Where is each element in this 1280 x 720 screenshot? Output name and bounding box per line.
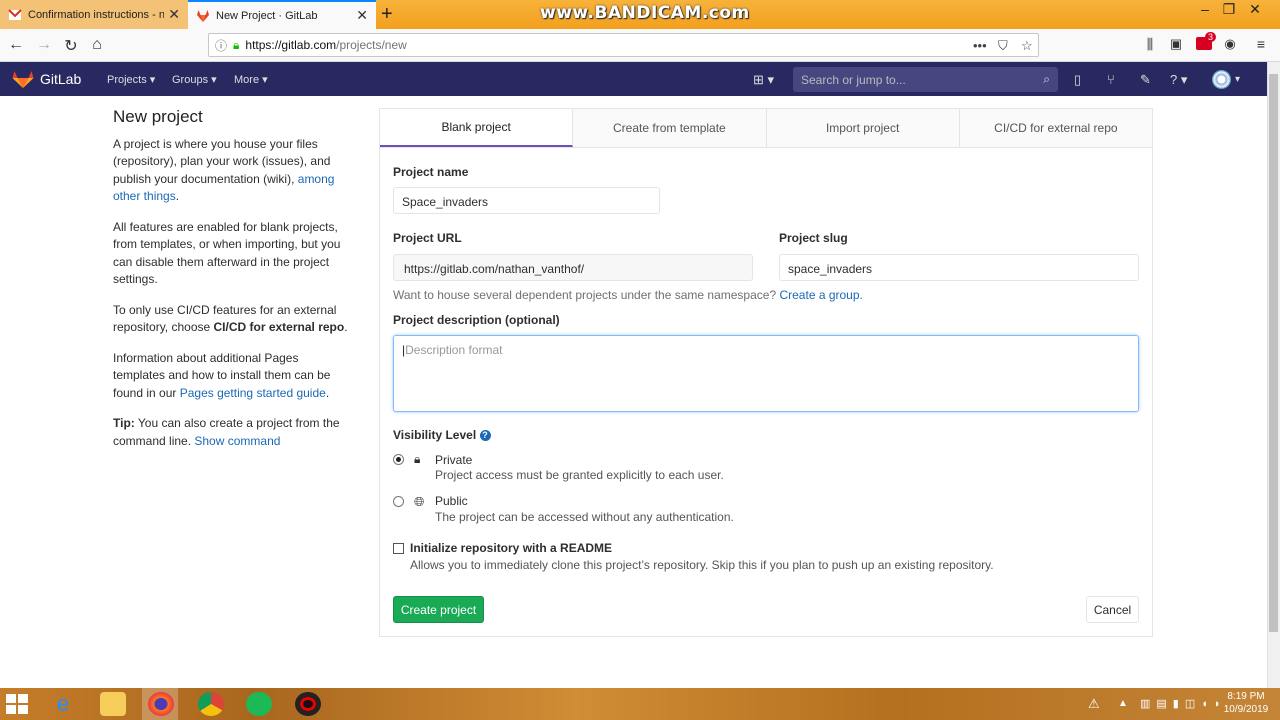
- gitlab-brand[interactable]: GitLab: [40, 71, 81, 87]
- todos-icon[interactable]: ▯: [1074, 72, 1081, 88]
- readme-checkbox[interactable]: [393, 543, 404, 554]
- clock-date: 10/9/2019: [1223, 704, 1269, 715]
- project-type-tabs: Blank project Create from template Impor…: [379, 108, 1153, 148]
- create-project-button[interactable]: Create project: [393, 596, 484, 623]
- maximize-icon[interactable]: ❐: [1216, 0, 1242, 18]
- pages-guide-link[interactable]: Pages getting started guide: [180, 386, 326, 400]
- windows-start-icon[interactable]: [6, 694, 28, 714]
- browser-tab-title: Confirmation instructions - nat: [28, 8, 165, 21]
- tab-import-project[interactable]: Import project: [767, 109, 960, 147]
- project-slug-input[interactable]: space_invaders: [779, 254, 1139, 281]
- library-icon[interactable]: ⫼: [1140, 36, 1160, 53]
- sidebar-tip: Tip: You can also create a project from …: [113, 416, 340, 448]
- extension-badge: 3: [1205, 32, 1217, 42]
- tray-icons[interactable]: ▥▤▮◫◖◗: [1140, 697, 1227, 710]
- new-tab-icon[interactable]: +: [381, 3, 393, 26]
- close-tab-icon[interactable]: ✕: [168, 6, 180, 23]
- private-label: Private: [435, 453, 473, 467]
- public-label: Public: [435, 494, 468, 508]
- lock-icon: 🔒︎: [414, 452, 421, 466]
- help-icon[interactable]: ? ▾: [1170, 72, 1187, 88]
- page-actions-icon[interactable]: •••: [973, 38, 987, 53]
- firefox-icon[interactable]: [148, 692, 174, 716]
- minimize-icon[interactable]: –: [1192, 0, 1218, 18]
- readme-help: Allows you to immediately clone this pro…: [410, 558, 994, 572]
- url-host: https://gitlab.com: [245, 38, 337, 52]
- search-placeholder: Search or jump to...: [801, 73, 906, 87]
- nav-more[interactable]: More ▾: [234, 73, 268, 86]
- search-icon: ⌕: [1043, 72, 1050, 86]
- scrollbar-thumb[interactable]: [1269, 74, 1278, 632]
- taskbar-clock[interactable]: 8:19 PM 10/9/2019: [1218, 690, 1274, 716]
- readme-label[interactable]: Initialize repository with a README: [410, 541, 612, 555]
- show-command-link[interactable]: Show command: [194, 434, 280, 448]
- avatar[interactable]: [1212, 70, 1231, 89]
- globe-icon: 🌐︎: [414, 494, 425, 509]
- internet-explorer-icon[interactable]: e: [50, 692, 76, 716]
- project-url-select[interactable]: https://gitlab.com/nathan_vanthof/: [393, 254, 753, 281]
- reload-icon[interactable]: ↻: [61, 36, 81, 56]
- gitlab-icon: [197, 9, 209, 22]
- project-url-label: Project URL: [393, 231, 462, 245]
- close-tab-icon[interactable]: ✕: [356, 7, 368, 24]
- gmail-icon: [8, 8, 22, 20]
- recording-watermark: www.BANDICAM.com: [540, 3, 750, 23]
- browser-tab-gitlab[interactable]: New Project · GitLab ✕: [188, 0, 376, 29]
- chrome-icon[interactable]: [198, 692, 224, 716]
- bandicam-icon[interactable]: [295, 692, 321, 716]
- clock-time: 8:19 PM: [1227, 691, 1265, 702]
- file-explorer-icon[interactable]: [100, 692, 126, 716]
- nav-projects[interactable]: Projects ▾: [107, 73, 155, 86]
- back-icon[interactable]: ←: [6, 36, 26, 54]
- url-path: /projects/new: [336, 38, 407, 52]
- description-label: Project description (optional): [393, 313, 560, 327]
- question-icon[interactable]: ?: [479, 430, 491, 442]
- tray-alert-icon[interactable]: ⚠: [1088, 696, 1100, 712]
- private-help: Project access must be granted explicitl…: [435, 468, 724, 482]
- sidebar-paragraph: To only use CI/CD features for an extern…: [113, 302, 348, 335]
- tray-expand-icon[interactable]: ▲: [1118, 698, 1128, 709]
- page-title: New project: [113, 107, 203, 126]
- visibility-label: Visibility Level ?: [393, 428, 491, 442]
- info-icon[interactable]: ⓘ: [215, 37, 227, 54]
- gitlab-logo-icon[interactable]: [12, 70, 34, 88]
- plus-square-icon[interactable]: ⊞ ▾: [753, 72, 774, 88]
- sidebar-paragraph: A project is where you house your files …: [113, 136, 335, 204]
- project-name-label: Project name: [393, 165, 469, 179]
- description-textarea[interactable]: |Description format: [393, 335, 1139, 412]
- window-close-icon[interactable]: ✕: [1242, 0, 1268, 18]
- sidebar-paragraph: Information about additional Pages templ…: [113, 350, 331, 400]
- menu-icon[interactable]: ≡: [1251, 36, 1271, 52]
- cancel-button[interactable]: Cancel: [1086, 596, 1139, 623]
- sidebar-info: New project A project is where you house…: [113, 108, 353, 463]
- browser-tab-gmail[interactable]: Confirmation instructions - nat ✕: [0, 0, 188, 29]
- account-icon[interactable]: ◉: [1220, 36, 1240, 52]
- browser-tab-title: New Project · GitLab: [216, 9, 318, 22]
- tab-create-from-template[interactable]: Create from template: [573, 109, 767, 147]
- address-bar[interactable]: ⓘ 🔒︎ https://gitlab.com/projects/new •••…: [208, 33, 1039, 57]
- description-placeholder: Description format: [405, 343, 503, 357]
- sidebar-toggle-icon[interactable]: ▣: [1166, 36, 1186, 52]
- public-help: The project can be accessed without any …: [435, 510, 734, 524]
- forward-icon[interactable]: →: [34, 36, 54, 54]
- public-radio[interactable]: [393, 496, 404, 507]
- spotify-icon[interactable]: [246, 692, 272, 716]
- sidebar-paragraph: All features are enabled for blank proje…: [113, 219, 341, 287]
- merge-requests-icon[interactable]: ⑂: [1107, 72, 1115, 87]
- search-input[interactable]: Search or jump to... ⌕: [793, 67, 1058, 92]
- lock-icon: 🔒︎: [233, 37, 240, 52]
- nav-groups[interactable]: Groups ▾: [172, 73, 217, 86]
- create-group-link[interactable]: Create a group.: [779, 288, 862, 302]
- chevron-down-icon[interactable]: ▾: [1235, 74, 1240, 85]
- tab-blank-project[interactable]: Blank project: [380, 109, 574, 147]
- private-radio[interactable]: [393, 454, 404, 465]
- project-name-input[interactable]: Space_invaders: [393, 187, 660, 214]
- issues-icon[interactable]: ✎: [1140, 72, 1151, 88]
- project-slug-label: Project slug: [779, 231, 848, 245]
- home-icon[interactable]: ⌂: [87, 36, 107, 54]
- tab-cicd-external-repo[interactable]: CI/CD for external repo: [960, 109, 1152, 147]
- pocket-icon[interactable]: ⛉: [998, 38, 1008, 54]
- bookmark-star-icon[interactable]: ☆: [1021, 38, 1033, 54]
- namespace-help: Want to house several dependent projects…: [393, 288, 863, 302]
